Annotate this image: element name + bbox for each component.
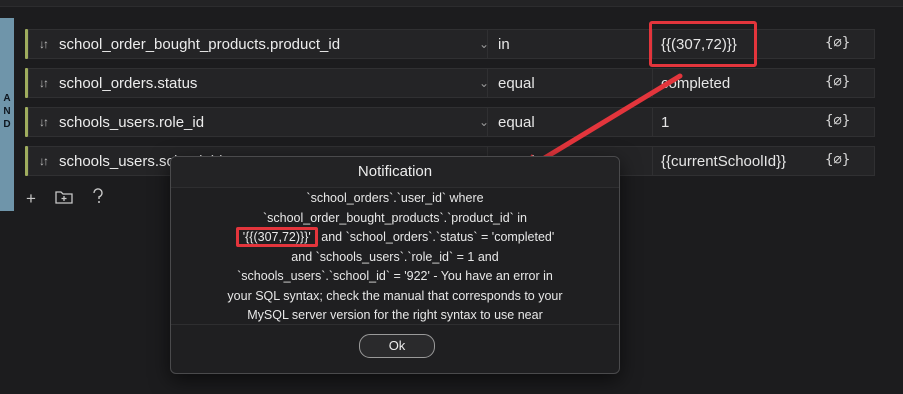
highlighted-value: '{{(307,72)}}' bbox=[235, 227, 318, 247]
message-line: your SQL syntax; check the manual that c… bbox=[227, 288, 563, 303]
dialog-title: Notification bbox=[171, 157, 619, 188]
message-line: '{{(307,72)}}' and `school_orders`.`stat… bbox=[185, 227, 605, 248]
message-line: `school_order_bought_products`.`product_… bbox=[262, 210, 528, 225]
message-line: `schools_users`.`school_id` = '922' - Yo… bbox=[237, 269, 553, 283]
message-line: MySQL server version for the right synta… bbox=[247, 308, 543, 322]
message-line: `school_orders`.`user_id` where bbox=[306, 191, 484, 205]
dialog-divider bbox=[171, 324, 619, 325]
notification-dialog: Notification `school_orders`.`user_id` w… bbox=[170, 156, 620, 374]
message-line: and `schools_users`.`role_id` = 1 and bbox=[291, 249, 499, 264]
message-segment: and `school_orders`.`status` = 'complete… bbox=[317, 230, 555, 244]
ok-button[interactable]: Ok bbox=[359, 334, 435, 358]
dialog-message: `school_orders`.`user_id` where `school_… bbox=[185, 189, 605, 323]
